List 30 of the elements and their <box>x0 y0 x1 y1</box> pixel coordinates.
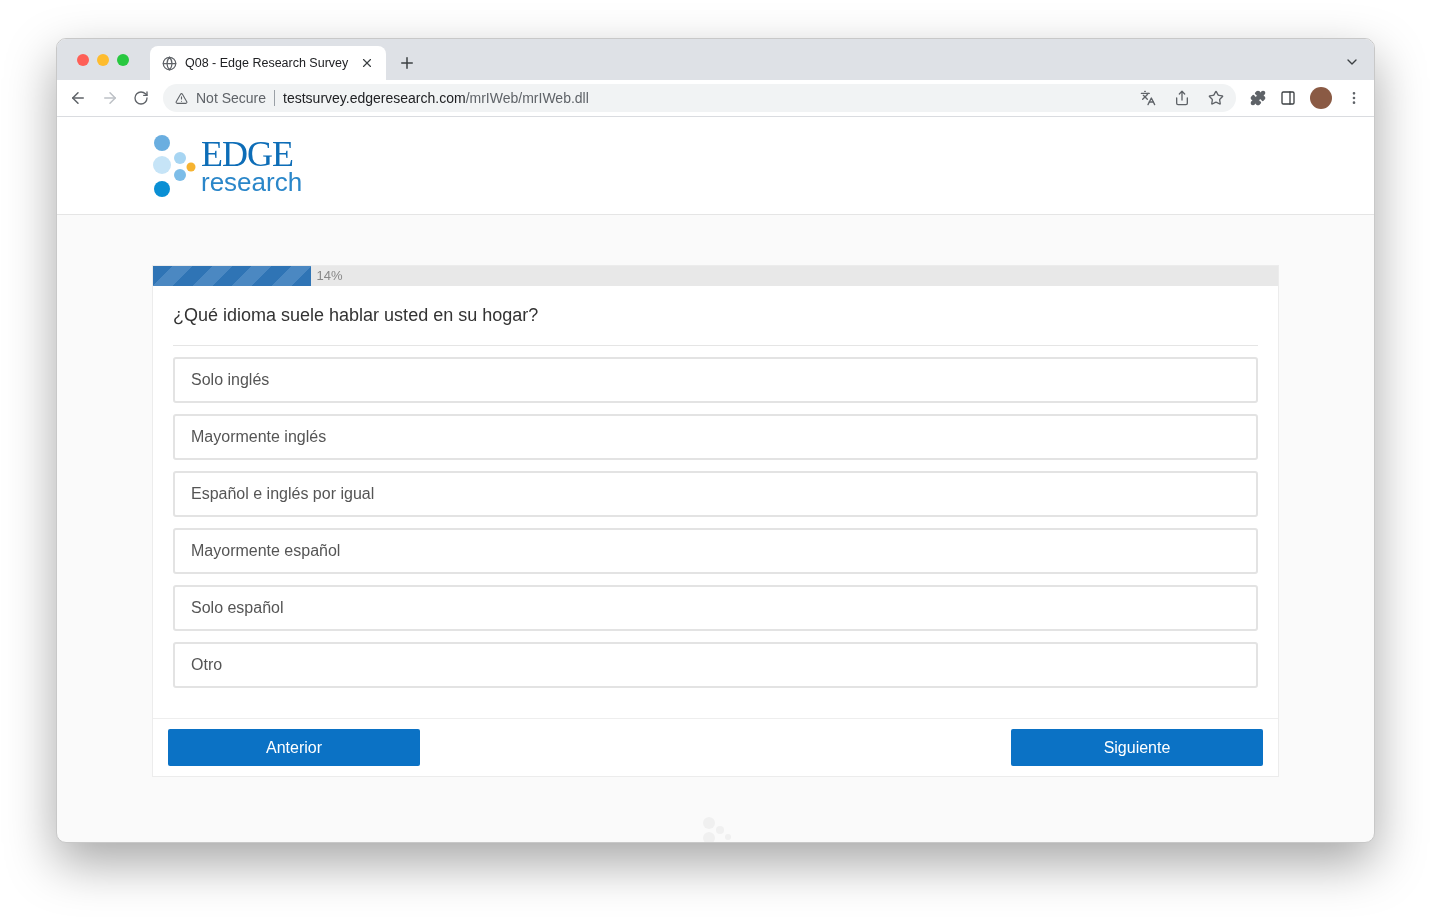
logo-subtitle: research <box>201 169 303 194</box>
back-icon[interactable] <box>69 89 87 107</box>
side-panel-icon[interactable] <box>1280 90 1296 106</box>
security-label: Not Secure <box>196 88 267 108</box>
question-text: ¿Qué idioma suele hablar usted en su hogar? <box>173 286 1258 346</box>
close-icon[interactable] <box>360 56 374 70</box>
answer-option[interactable]: Mayormente español <box>173 528 1258 574</box>
tab-title: Q08 - Edge Research Survey <box>185 54 350 72</box>
answer-option[interactable]: Mayormente inglés <box>173 414 1258 460</box>
star-icon[interactable] <box>1208 90 1224 106</box>
url-text: testsurvey.edgeresearch.com/mrIWeb/mrIWeb.dll <box>283 88 589 108</box>
avatar-icon[interactable] <box>1310 87 1332 109</box>
logo-wordmark: EDGE <box>201 137 293 170</box>
reload-icon[interactable] <box>133 90 149 106</box>
browser-tab[interactable]: Q08 - Edge Research Survey <box>150 46 386 80</box>
globe-icon <box>162 55 177 71</box>
previous-button[interactable]: Anterior <box>168 729 420 766</box>
translate-icon[interactable] <box>1140 90 1156 106</box>
warning-icon <box>175 91 188 105</box>
share-icon[interactable] <box>1174 90 1190 106</box>
answer-option[interactable]: Otro <box>173 642 1258 688</box>
logo-dots-icon <box>153 133 197 198</box>
extensions-icon[interactable] <box>1250 90 1266 106</box>
answer-option[interactable]: Solo inglés <box>173 357 1258 403</box>
answer-option[interactable]: Español e inglés por igual <box>173 471 1258 517</box>
next-button[interactable]: Siguiente <box>1011 729 1263 766</box>
new-tab-icon[interactable] <box>398 54 416 72</box>
progress-label: 14% <box>316 267 343 286</box>
answer-option[interactable]: Solo español <box>173 585 1258 631</box>
address-bar[interactable]: Not Secure testsurvey.edgeresearch.com/mrIWeb/mrIWeb.dll <box>163 84 1236 112</box>
